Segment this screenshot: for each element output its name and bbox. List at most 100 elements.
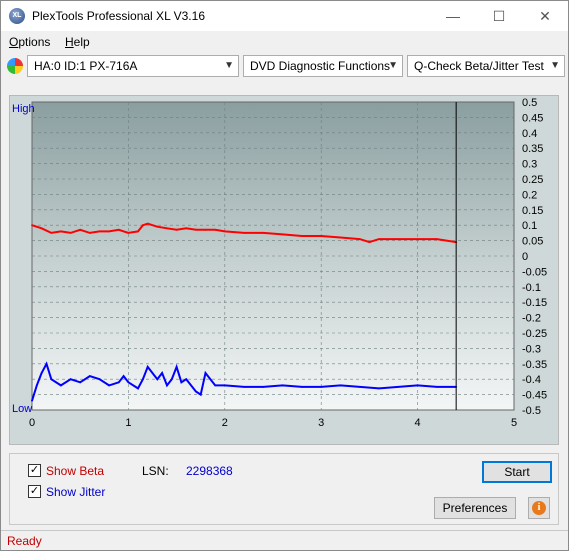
series-jitter-point [170, 378, 173, 381]
series-jitter-point [137, 387, 139, 390]
beta-jitter-chart: High Low 0.50.450.40.350.30.250.20.150.1… [12, 97, 547, 429]
series-jitter-point [35, 384, 38, 387]
chevron-down-icon: ▼ [224, 60, 234, 71]
series-jitter-point [69, 378, 72, 381]
series-beta-point [368, 241, 371, 244]
series-beta-point [108, 230, 110, 233]
show-jitter-label[interactable]: Show Jitter [46, 485, 105, 499]
menu-help[interactable]: Help [65, 35, 90, 49]
y-tick-label: 0.2 [522, 189, 537, 201]
start-button[interactable]: Start [482, 461, 552, 483]
menu-options[interactable]: Options [9, 35, 50, 49]
show-jitter-checkbox[interactable]: ✓ [28, 485, 41, 498]
series-beta-point [31, 224, 33, 227]
series-jitter-point [45, 362, 48, 365]
series-beta-point [204, 228, 207, 231]
minimize-button[interactable]: — [430, 1, 476, 31]
y-axis-low-label: Low [12, 403, 32, 415]
app-window: XL PlexTools Professional XL V3.16 — ☐ ✕… [0, 0, 569, 551]
series-jitter-point [262, 386, 265, 388]
show-beta-checkbox[interactable]: ✓ [28, 464, 41, 477]
y-axis-high-label: High [12, 103, 35, 115]
series-beta-point [142, 224, 144, 227]
x-tick-label: 5 [511, 417, 517, 429]
series-beta-point [69, 232, 72, 234]
maximize-button[interactable]: ☐ [476, 1, 522, 31]
chevron-down-icon: ▼ [550, 60, 560, 71]
menu-help-hotkey: H [65, 35, 74, 49]
series-beta-point [137, 230, 139, 233]
series-jitter-point [436, 386, 438, 388]
x-tick-label: 0 [29, 417, 35, 429]
y-tick-label: 0.4 [522, 128, 537, 140]
series-beta-point [320, 235, 323, 237]
y-tick-label: 0.3 [522, 159, 537, 171]
series-beta-point [175, 228, 178, 231]
x-axis-ticks: 0 1 2 3 4 5 [29, 417, 517, 429]
x-tick-label: 2 [222, 417, 228, 429]
y-tick-label: 0.05 [522, 236, 543, 248]
series-jitter-point [223, 384, 226, 387]
y-tick-label: -0.3 [522, 343, 541, 355]
series-beta-point [40, 227, 43, 230]
function-select-value: DVD Diagnostic Functions [250, 59, 391, 73]
series-jitter-point [281, 384, 284, 387]
series-jitter-point [416, 384, 419, 387]
series-jitter-point [146, 366, 149, 368]
y-tick-label: -0.05 [522, 266, 547, 278]
series-jitter-point [98, 378, 101, 381]
info-icon: i [532, 501, 546, 515]
series-beta-point [416, 238, 419, 241]
series-beta-point [262, 232, 265, 234]
controls-panel: ✓ Show Beta ✓ Show Jitter LSN: 2298368 S… [9, 453, 559, 525]
x-tick-label: 1 [125, 417, 131, 429]
series-jitter-point [195, 390, 197, 393]
y-tick-label: 0 [522, 251, 528, 263]
series-jitter-point [339, 384, 342, 387]
info-button[interactable]: i [528, 497, 550, 519]
series-jitter-point [397, 386, 400, 388]
series-jitter-point [214, 384, 217, 387]
app-logo-icon: XL [9, 8, 25, 24]
drive-select[interactable]: HA:0 ID:1 PX-716A ▼ [27, 55, 239, 77]
lsn-value: 2298368 [186, 464, 233, 478]
series-beta-point [79, 228, 82, 231]
x-tick-label: 3 [318, 417, 324, 429]
show-beta-label[interactable]: Show Beta [46, 464, 104, 478]
test-select-value: Q-Check Beta/Jitter Test [414, 59, 544, 73]
series-jitter-point [60, 384, 62, 387]
series-jitter-point [243, 386, 246, 388]
menu-help-rest: elp [73, 35, 90, 49]
series-jitter-point [175, 366, 178, 368]
series-beta-point [397, 238, 400, 241]
series-beta-point [60, 230, 62, 233]
series-beta-point [214, 228, 217, 231]
disc-drive-icon [7, 58, 23, 74]
series-jitter-point [88, 375, 91, 377]
close-button[interactable]: ✕ [522, 1, 568, 31]
y-tick-label: -0.2 [522, 313, 541, 325]
y-tick-label: 0.15 [522, 205, 543, 217]
title-bar[interactable]: XL PlexTools Professional XL V3.16 — ☐ ✕ [1, 1, 568, 31]
series-beta-point [301, 235, 303, 237]
series-beta-point [50, 232, 53, 234]
series-beta-point [146, 222, 149, 225]
chevron-down-icon: ▼ [388, 60, 398, 71]
y-tick-label: 0.25 [522, 174, 543, 186]
series-jitter-point [204, 372, 207, 374]
chart-panel: High Low 0.5 0.45 0.4 0.35 0.3 0.25 0.2 0.15 0.1… [9, 95, 559, 445]
y-tick-label: -0.1 [522, 282, 541, 294]
series-jitter-point [185, 378, 188, 381]
menu-options-rest: ptions [18, 35, 51, 49]
series-jitter-point [122, 375, 125, 377]
series-beta-point [98, 230, 101, 233]
drive-select-value: HA:0 ID:1 PX-716A [34, 59, 138, 73]
test-select[interactable]: Q-Check Beta/Jitter Test ▼ [407, 55, 565, 77]
series-beta-point [339, 236, 342, 239]
series-jitter-point [156, 378, 159, 381]
function-select[interactable]: DVD Diagnostic Functions ▼ [243, 55, 403, 77]
series-jitter-point [180, 381, 183, 384]
preferences-button[interactable]: Preferences [434, 497, 516, 519]
series-beta-point [185, 227, 188, 230]
series-beta-point [127, 232, 130, 234]
